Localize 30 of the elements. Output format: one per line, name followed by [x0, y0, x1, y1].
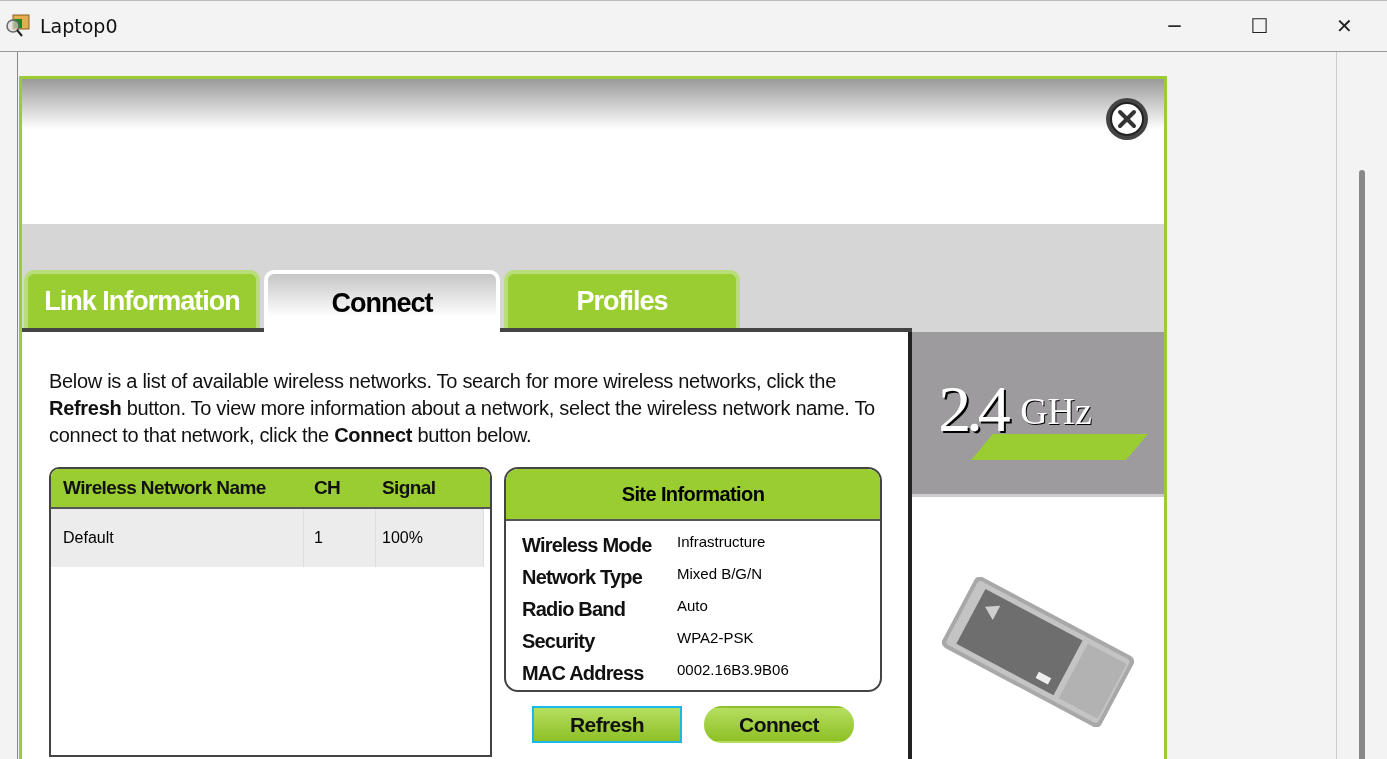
field-value: Auto — [677, 596, 708, 614]
field-label: Wireless Mode — [522, 533, 653, 557]
table-cell: 100% — [376, 509, 484, 567]
panel-title: Site Information — [621, 482, 765, 506]
table-cell: Default — [51, 509, 304, 567]
field-value: Infrastructure — [677, 532, 766, 550]
app-icon — [5, 13, 31, 39]
table-cell: 1 — [304, 509, 376, 567]
column-header: Wireless Network Name — [62, 477, 267, 499]
column-header: CH — [313, 477, 342, 499]
column-header: Signal — [381, 477, 437, 499]
action-button[interactable]: Refresh — [532, 706, 682, 743]
field-value: WPA2-PSK — [677, 628, 754, 646]
field-value: 0002.16B3.9B06 — [677, 660, 789, 678]
field-label: Radio Band — [522, 597, 627, 621]
band-logo-number: 2.4 — [938, 376, 1006, 442]
field-value: Mixed B/G/N — [677, 564, 763, 582]
network-row[interactable]: Default 1 100% — [51, 509, 484, 567]
instructions-text: Below is a list of available wireless networks. To search for more wireless networks, click the Refresh button. To view more information about a network, select the wireless network name. To connect to that network, click the Connect button below. — [49, 369, 876, 448]
band-logo-unit: GHz — [1020, 392, 1092, 430]
window-control-button[interactable]: ✕ — [1302, 1, 1387, 51]
close-icon[interactable] — [1104, 96, 1150, 142]
window-control-button[interactable]: ─ — [1132, 1, 1217, 51]
field-label: Network Type — [522, 565, 644, 589]
window-control-button[interactable]: ☐ — [1217, 1, 1302, 51]
tab[interactable]: Connect — [264, 270, 500, 332]
field-label: Security — [522, 629, 596, 653]
window-title: Laptop0 — [40, 15, 118, 37]
field-label: MAC Address — [522, 661, 645, 685]
action-button[interactable]: Connect — [704, 706, 854, 743]
